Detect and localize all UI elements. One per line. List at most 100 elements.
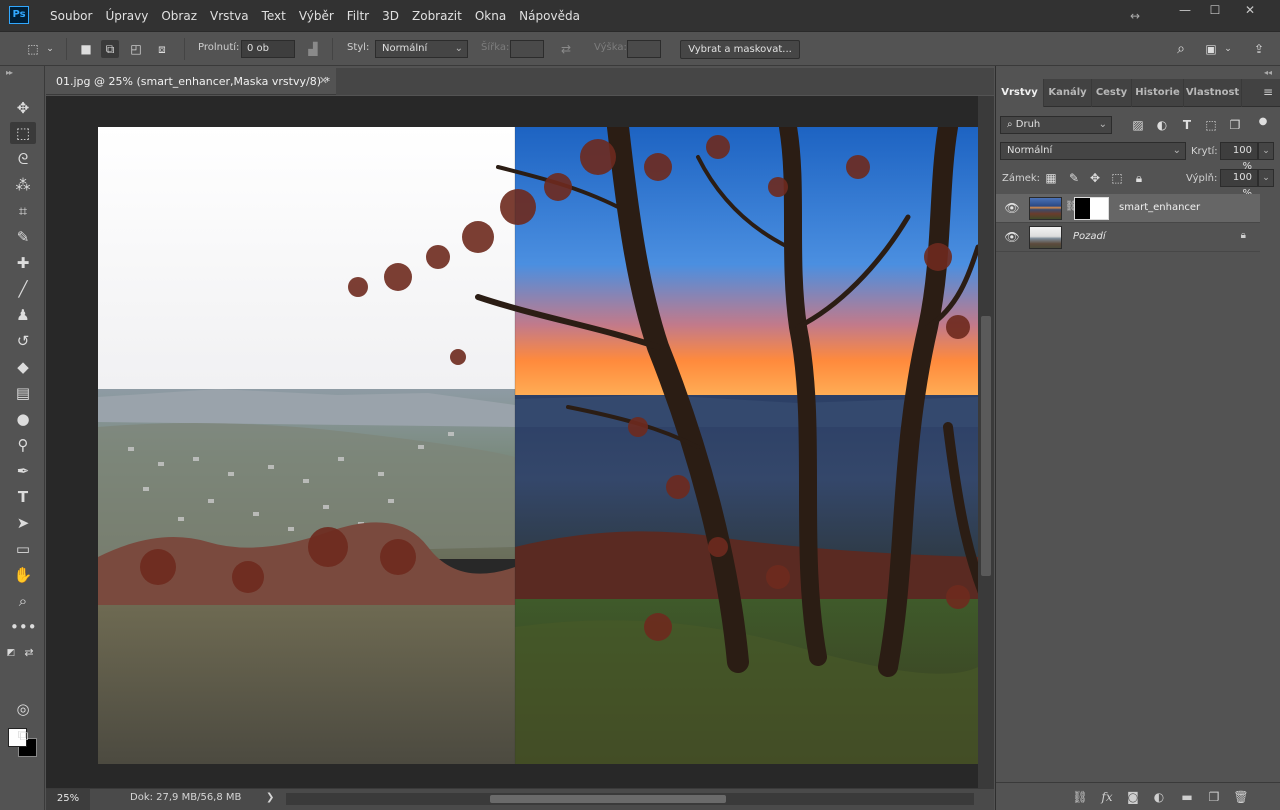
layer-row-pozadi[interactable]: 👁︎ Pozadí 🔒︎ xyxy=(996,223,1260,252)
feather-input[interactable]: 0 ob xyxy=(241,40,295,58)
tab-kanaly[interactable]: Kanály xyxy=(1044,79,1092,107)
collapse-grip-icon[interactable]: ◂◂ xyxy=(1264,68,1272,77)
eraser-icon[interactable]: ◆ xyxy=(10,356,36,378)
lock-transparency-icon[interactable]: ▦ xyxy=(1043,170,1059,186)
clone-stamp-icon[interactable]: ♟ xyxy=(10,304,36,326)
lasso-tool-icon[interactable]: ᘓ xyxy=(10,148,36,170)
layer-name[interactable]: smart_enhancer xyxy=(1119,202,1200,213)
subtract-selection-icon[interactable]: ◰ xyxy=(127,40,145,58)
menu-obraz[interactable]: Obraz xyxy=(161,0,197,32)
menu-vrstva[interactable]: Vrstva xyxy=(210,0,249,32)
crop-tool-icon[interactable]: ⌗ xyxy=(10,200,36,222)
image-canvas[interactable] xyxy=(98,127,978,764)
document-tab[interactable]: 01.jpg @ 25% (smart_enhancer,Maska vrstv… xyxy=(46,68,336,95)
rectangle-tool-icon[interactable]: ▭ xyxy=(10,538,36,560)
link-layers-icon[interactable]: ⛓︎ xyxy=(1070,788,1090,806)
new-group-icon[interactable]: ▬ xyxy=(1177,788,1197,806)
filter-shape-icon[interactable]: ⬚ xyxy=(1203,117,1219,133)
menu-text[interactable]: Text xyxy=(262,0,286,32)
healing-brush-icon[interactable]: ✚ xyxy=(10,252,36,274)
swap-arrows-icon[interactable]: ⇄ xyxy=(557,40,575,58)
filter-adjustment-icon[interactable]: ◐ xyxy=(1154,117,1170,133)
rectangular-marquee-icon[interactable]: ⬚ xyxy=(10,122,36,144)
search-icon[interactable]: ⌕ xyxy=(1172,40,1190,58)
minimize-button[interactable]: — xyxy=(1170,0,1200,22)
layer-name[interactable]: Pozadí xyxy=(1073,231,1106,242)
tab-vrstvy[interactable]: Vrstvy xyxy=(996,79,1044,107)
chevron-down-icon[interactable]: ⌄ xyxy=(1222,40,1234,58)
eye-icon[interactable]: 👁︎ xyxy=(1004,230,1020,244)
panel-menu-icon[interactable]: ≡ xyxy=(1263,85,1273,99)
layer-thumbnail[interactable] xyxy=(1029,197,1062,220)
menu-vyber[interactable]: Výběr xyxy=(299,0,334,32)
filter-pixel-icon[interactable]: ▨ xyxy=(1130,117,1146,133)
default-colors-icon[interactable]: ◩ xyxy=(4,642,18,664)
tab-vlastnosti[interactable]: Vlastnost xyxy=(1184,79,1242,107)
fill-input[interactable]: 100 % xyxy=(1220,169,1258,199)
layer-row-smart-enhancer[interactable]: 👁︎ ⛓︎ smart_enhancer xyxy=(996,194,1260,223)
lock-position-icon[interactable]: ✥ xyxy=(1087,170,1103,186)
delete-layer-icon[interactable]: 🗑︎ xyxy=(1231,788,1251,806)
move-tool-icon[interactable]: ✥ xyxy=(10,97,36,119)
fill-dropdown-button[interactable]: ⌄ xyxy=(1258,169,1274,187)
brush-tool-icon[interactable]: ╱ xyxy=(10,278,36,300)
new-layer-icon[interactable]: ❐ xyxy=(1204,788,1224,806)
layer-filter-select[interactable]: ⌕ Druh ⌄ xyxy=(1000,116,1112,134)
anti-alias-icon[interactable]: ▟ xyxy=(304,40,322,58)
add-to-selection-icon[interactable]: ⧉ xyxy=(101,40,119,58)
vertical-scroll-thumb[interactable] xyxy=(981,316,991,576)
history-brush-icon[interactable]: ↺ xyxy=(10,330,36,352)
add-mask-icon[interactable]: ◙ xyxy=(1123,788,1143,806)
menu-napoveda[interactable]: Nápověda xyxy=(519,0,580,32)
swap-colors-icon[interactable]: ⇄ xyxy=(22,642,36,664)
zoom-tool-icon[interactable]: ⌕ xyxy=(10,590,36,612)
opacity-input[interactable]: 100 % xyxy=(1220,142,1258,172)
menu-filtr[interactable]: Filtr xyxy=(347,0,369,32)
style-select[interactable]: Normální ⌄ xyxy=(375,40,468,58)
filter-toggle-icon[interactable]: ● xyxy=(1258,114,1268,130)
eye-icon[interactable]: 👁︎ xyxy=(1004,201,1020,215)
horizontal-scrollbar[interactable] xyxy=(286,793,974,805)
blur-tool-icon[interactable]: ● xyxy=(10,408,36,430)
marquee-preset-icon[interactable]: ⬚ xyxy=(24,40,42,58)
opacity-dropdown-button[interactable]: ⌄ xyxy=(1258,142,1274,160)
layer-mask-thumbnail[interactable] xyxy=(1074,197,1109,220)
workspace-icon[interactable]: ▣ xyxy=(1202,40,1220,58)
eyedropper-icon[interactable]: ✎ xyxy=(10,226,36,248)
type-tool-icon[interactable]: T xyxy=(10,486,36,508)
magic-wand-icon[interactable]: ⁂ xyxy=(10,174,36,196)
more-tools-icon[interactable]: ••• xyxy=(10,616,37,638)
quick-mask-icon[interactable]: ◎ xyxy=(10,698,36,720)
tab-cesty[interactable]: Cesty xyxy=(1092,79,1132,107)
select-and-mask-button[interactable]: Vybrat a maskovat... xyxy=(680,40,800,59)
arrange-arrows-icon[interactable]: ↔ xyxy=(1130,9,1140,23)
maximize-button[interactable]: ☐ xyxy=(1200,0,1230,22)
menu-okna[interactable]: Okna xyxy=(475,0,506,32)
menu-upravy[interactable]: Úpravy xyxy=(105,0,148,32)
adjustment-layer-icon[interactable]: ◐ xyxy=(1149,788,1169,806)
tab-historie[interactable]: Historie xyxy=(1132,79,1184,107)
lock-all-icon[interactable]: 🔒︎ xyxy=(1131,170,1147,186)
collapse-grip-icon[interactable]: ▸▸ xyxy=(6,68,13,77)
close-button[interactable]: ✕ xyxy=(1235,0,1265,22)
filter-smart-object-icon[interactable]: ❐ xyxy=(1227,117,1243,133)
gradient-tool-icon[interactable]: ▤ xyxy=(10,382,36,404)
new-selection-icon[interactable]: ■ xyxy=(77,40,95,58)
hand-tool-icon[interactable]: ✋ xyxy=(10,564,36,586)
dodge-tool-icon[interactable]: ⚲ xyxy=(10,434,36,456)
blend-mode-select[interactable]: Normální ⌄ xyxy=(1000,142,1186,160)
lock-image-icon[interactable]: ✎ xyxy=(1066,170,1082,186)
vertical-scrollbar[interactable] xyxy=(978,96,994,788)
path-selection-icon[interactable]: ➤ xyxy=(10,512,36,534)
height-input[interactable] xyxy=(627,40,661,58)
width-input[interactable] xyxy=(510,40,544,58)
zoom-level-field[interactable]: 25% xyxy=(46,789,90,810)
menu-zobrazit[interactable]: Zobrazit xyxy=(412,0,462,32)
layer-thumbnail[interactable] xyxy=(1029,226,1062,249)
menu-3d[interactable]: 3D xyxy=(382,0,399,32)
horizontal-scroll-thumb[interactable] xyxy=(490,795,726,803)
filter-type-icon[interactable]: T xyxy=(1179,117,1195,133)
close-icon[interactable]: ✕ xyxy=(319,74,328,87)
layer-style-fx-icon[interactable]: fx xyxy=(1097,788,1117,806)
pen-tool-icon[interactable]: ✒ xyxy=(10,460,36,482)
